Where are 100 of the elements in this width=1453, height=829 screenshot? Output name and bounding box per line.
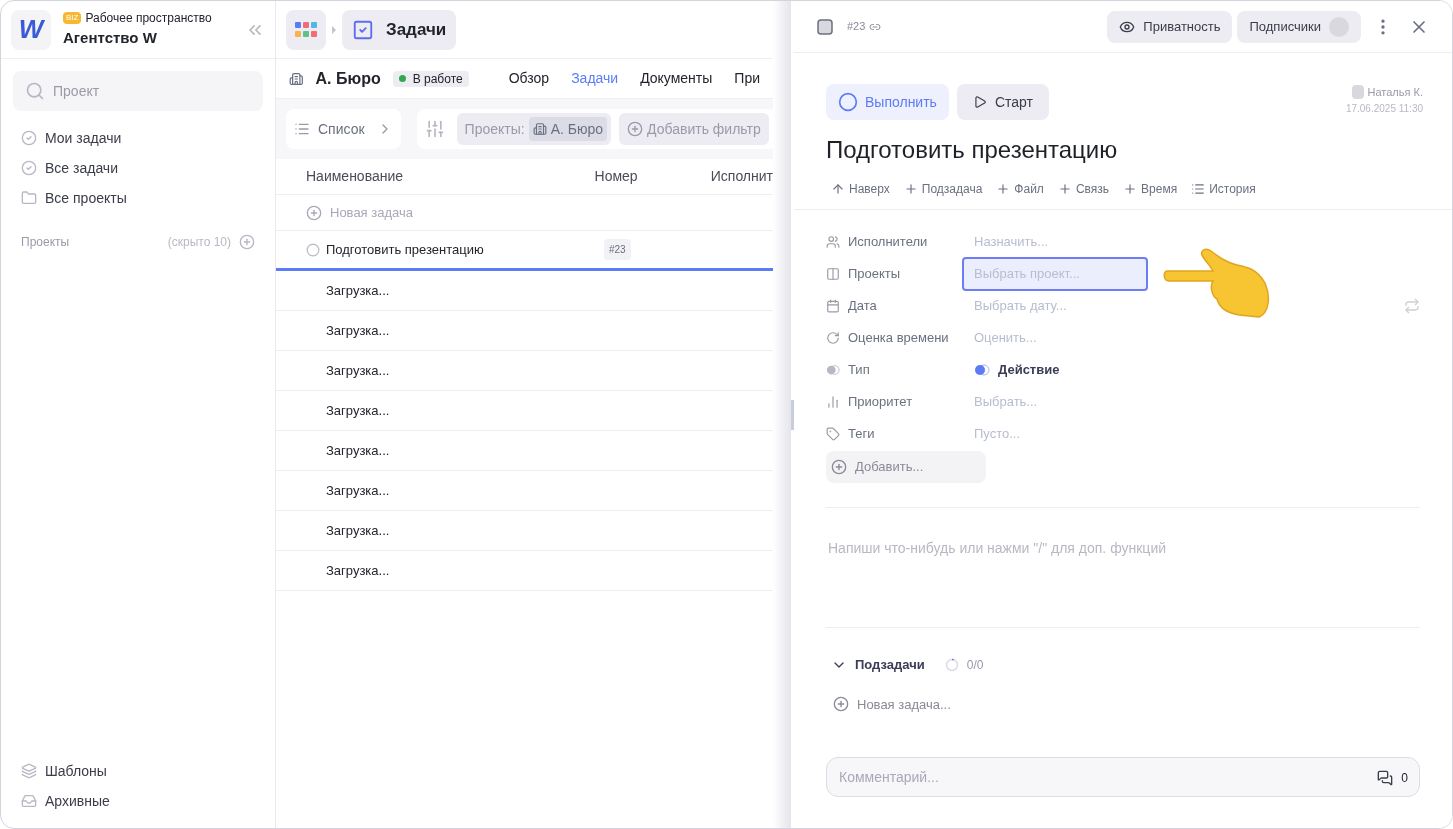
project-name: А. Бюро bbox=[315, 68, 381, 89]
panel-icon[interactable] bbox=[817, 18, 833, 35]
progress-ring bbox=[944, 657, 959, 672]
project-tab[interactable]: Задачи bbox=[571, 68, 619, 89]
search-field[interactable]: Проект bbox=[13, 71, 263, 111]
action-link[interactable]: Связь bbox=[1057, 180, 1110, 198]
action-link[interactable]: Файл bbox=[996, 180, 1044, 198]
loading-text: Загрузка... bbox=[326, 401, 390, 420]
circle-icon bbox=[838, 92, 858, 112]
add-icon[interactable] bbox=[239, 234, 255, 250]
created-date: 17.06.2025 11:30 bbox=[1345, 101, 1423, 116]
apps-button[interactable] bbox=[286, 9, 326, 50]
task-status-icon bbox=[306, 242, 320, 257]
author-name: Наталья К. bbox=[1367, 85, 1423, 100]
status-badge: В работе bbox=[392, 70, 469, 87]
plus-icon bbox=[996, 182, 1011, 196]
action-link[interactable]: Время bbox=[1123, 180, 1178, 198]
task-title: Подготовить презентацию bbox=[825, 135, 1119, 165]
add-icon bbox=[627, 121, 644, 137]
search-icon bbox=[25, 81, 45, 101]
field-label: Тип bbox=[848, 361, 870, 380]
calendar-icon bbox=[826, 299, 840, 313]
action-link[interactable]: История bbox=[1191, 180, 1256, 198]
striped-circle-icon bbox=[974, 364, 990, 376]
grid-icon bbox=[295, 21, 317, 38]
bars-icon bbox=[826, 395, 840, 409]
checkbox-icon bbox=[352, 18, 374, 41]
plus-icon bbox=[1123, 182, 1138, 196]
field-label: Приоритет bbox=[848, 393, 913, 412]
nav-item[interactable]: Мои задачи bbox=[21, 127, 255, 149]
loading-text: Загрузка... bbox=[326, 481, 390, 500]
plus-icon bbox=[1057, 182, 1072, 196]
repeat-icon[interactable] bbox=[1404, 298, 1420, 314]
plan-badge: BIZ bbox=[63, 12, 82, 25]
comment-count: 0 bbox=[1401, 770, 1408, 787]
field-value[interactable]: Действие bbox=[962, 353, 1148, 387]
column-header: Номер bbox=[594, 167, 639, 186]
subtask-count: 0/0 bbox=[966, 656, 984, 674]
filter-label: Проекты: bbox=[464, 119, 525, 139]
folder-icon bbox=[21, 190, 37, 206]
field-label: Оценка времени bbox=[848, 329, 949, 348]
action-link[interactable]: Подзадача bbox=[903, 180, 983, 198]
sliders-icon bbox=[424, 119, 445, 139]
list-icon bbox=[294, 121, 310, 137]
building-icon bbox=[532, 122, 547, 136]
check-circle-icon bbox=[21, 130, 37, 146]
add-field-button[interactable]: Добавить... bbox=[826, 451, 986, 483]
add-icon bbox=[831, 459, 847, 475]
nav-item[interactable]: Все задачи bbox=[21, 157, 255, 179]
task-number: #23 bbox=[604, 239, 631, 260]
inbox-icon bbox=[21, 793, 37, 809]
check-circle-icon bbox=[21, 160, 37, 176]
workspace-label: Рабочее пространство bbox=[85, 10, 212, 28]
hidden-count: (скрыто 10) bbox=[167, 234, 231, 251]
start-button[interactable]: Старт bbox=[956, 84, 1049, 120]
comments-icon bbox=[1377, 770, 1394, 786]
task-number: #23 bbox=[847, 19, 866, 35]
complete-button[interactable]: Выполнить bbox=[826, 84, 949, 120]
breadcrumb-button[interactable]: Задачи bbox=[342, 9, 457, 50]
section-title: Подзадачи bbox=[855, 656, 925, 674]
filter-chip[interactable]: Проекты: А. Бюро bbox=[456, 113, 612, 145]
add-icon bbox=[306, 204, 322, 221]
column-header: Наименование bbox=[305, 167, 405, 186]
loading-text: Загрузка... bbox=[326, 281, 390, 300]
add-icon bbox=[833, 696, 849, 713]
users-icon bbox=[826, 235, 840, 249]
field-label: Исполнители bbox=[848, 233, 928, 252]
nav-item[interactable]: Все проекты bbox=[21, 187, 255, 209]
loading-text: Загрузка... bbox=[326, 321, 390, 340]
section-title: Проекты bbox=[21, 234, 71, 251]
striped-circle-icon bbox=[826, 363, 840, 377]
field-label: Дата bbox=[848, 297, 877, 316]
avatar bbox=[1351, 85, 1364, 100]
caret-icon bbox=[330, 25, 338, 34]
subscribers-button[interactable]: Подписчики bbox=[1237, 10, 1361, 43]
loading-text: Загрузка... bbox=[326, 521, 390, 540]
nav-item[interactable]: Архивные bbox=[21, 790, 255, 812]
layers-icon bbox=[21, 763, 37, 779]
list-icon bbox=[1191, 182, 1206, 196]
task-row[interactable]: Подготовить презентацию #23 bbox=[276, 231, 773, 271]
loading-text: Загрузка... bbox=[326, 361, 390, 380]
project-tab[interactable]: При bbox=[734, 68, 760, 89]
nav-item[interactable]: Шаблоны bbox=[21, 760, 255, 782]
field-label: Теги bbox=[848, 425, 875, 444]
task-name: Подготовить презентацию bbox=[326, 240, 484, 259]
filter-value: А. Бюро bbox=[528, 117, 608, 141]
privacy-button[interactable]: Приватность bbox=[1107, 10, 1233, 43]
new-subtask-row[interactable]: Новая задача... bbox=[826, 694, 1420, 714]
project-tab[interactable]: Документы bbox=[640, 68, 713, 89]
project-tab[interactable]: Обзор bbox=[508, 68, 550, 89]
rotate-icon bbox=[826, 331, 840, 345]
loading-text: Загрузка... bbox=[326, 561, 390, 580]
tag-icon bbox=[826, 427, 840, 441]
plus-icon bbox=[903, 182, 918, 196]
workspace-name: Агентство W bbox=[63, 28, 158, 49]
column-header: Исполнит bbox=[710, 167, 773, 186]
field-label: Проекты bbox=[848, 265, 901, 284]
action-link[interactable]: Наверх bbox=[831, 180, 890, 198]
columns-icon bbox=[826, 267, 840, 281]
view-button[interactable]: Список bbox=[286, 109, 401, 149]
